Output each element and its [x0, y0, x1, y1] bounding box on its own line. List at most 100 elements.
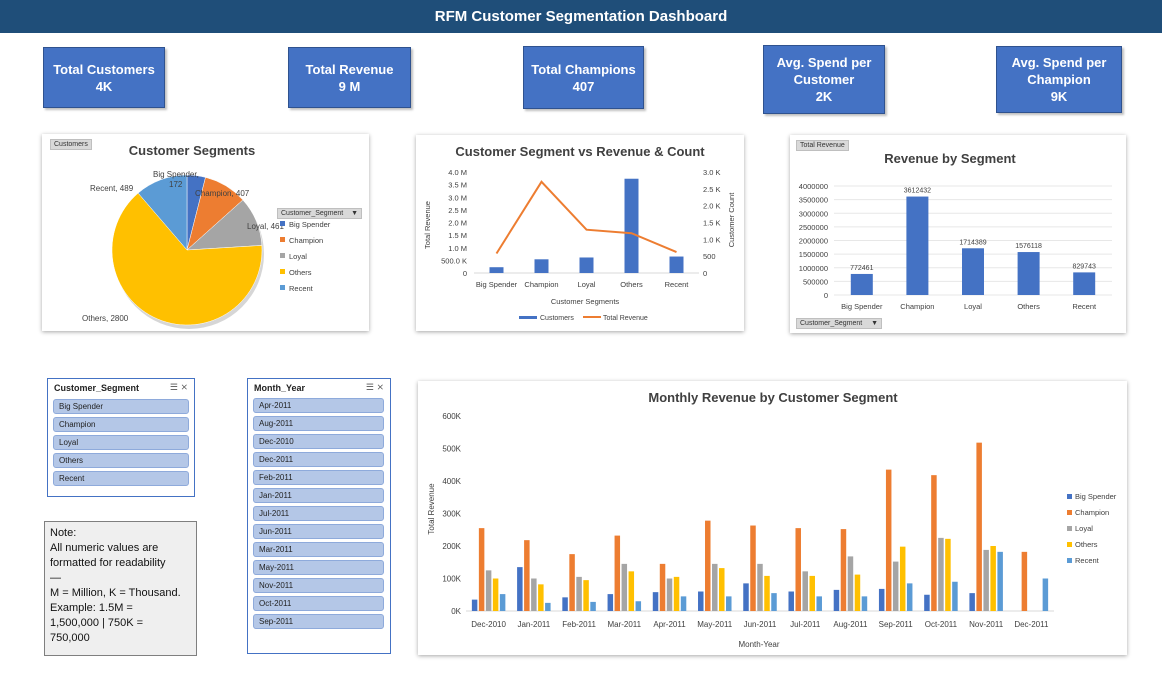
- bar-recent: [590, 601, 596, 611]
- revenue-bar-chart: 4000000 3500000 3000000 2500000 2000000 15000…: [799, 182, 1112, 311]
- bar-big-spender: [607, 594, 614, 611]
- bar-champion: [659, 563, 666, 611]
- legend-label: Recent: [289, 284, 314, 293]
- bar-recent: [771, 593, 777, 611]
- y2-tick-label: 500: [703, 252, 716, 261]
- slicer-item-champion[interactable]: Champion: [53, 417, 189, 432]
- kpi-avg-spend-champion[interactable]: Avg. Spend per Champion 9K: [996, 46, 1122, 113]
- kpi-label: Avg. Spend per Customer: [776, 55, 872, 87]
- bar-champion: [750, 525, 756, 611]
- pie-label-others: Others, 2800: [82, 314, 129, 323]
- legend-swatch: [1067, 494, 1072, 499]
- segment-revenue-count-card[interactable]: Customer Segment vs Revenue & Count 4.0 …: [416, 135, 744, 331]
- slicer-item-oct-2011[interactable]: Oct-2011: [253, 596, 384, 611]
- y-tick-label: 1.5 M: [448, 231, 467, 240]
- slicer-item-apr-2011[interactable]: Apr-2011: [253, 398, 384, 413]
- slicer-item-aug-2011[interactable]: Aug-2011: [253, 416, 384, 431]
- slicer-item-dec-2010[interactable]: Dec-2010: [253, 434, 384, 449]
- y-tick-label: 100K: [442, 575, 461, 584]
- kpi-label: Avg. Spend per Champion: [1011, 55, 1107, 87]
- slicer-item-big-spender[interactable]: Big Spender: [53, 399, 189, 414]
- kpi-total-customers[interactable]: Total Customers 4K: [43, 47, 165, 108]
- bar-big-spender: [517, 567, 523, 611]
- bar-big-spender: [471, 599, 478, 611]
- data-label: 1576118: [1015, 243, 1042, 250]
- kpi-total-revenue[interactable]: Total Revenue 9 M: [288, 47, 411, 108]
- slicer-item-jun-2011[interactable]: Jun-2011: [253, 524, 384, 539]
- slicer-item-others[interactable]: Others: [53, 453, 189, 468]
- legend-label: Loyal: [289, 252, 307, 261]
- monthly-bar-chart: 600K 500K 400K 300K 200K 100K 0K Dec-2010 Jan-20…: [427, 412, 1117, 649]
- x-tick-label: Loyal: [578, 280, 596, 289]
- legend-label: Champion: [1075, 508, 1109, 517]
- legend-swatch: [1067, 510, 1072, 515]
- y-tick-label: 2.0 M: [448, 219, 467, 228]
- bar-recent: [952, 581, 958, 611]
- revenue-by-segment-card[interactable]: Total Revenue Revenue by Segment 4000000…: [790, 135, 1126, 333]
- bar-revenue-3: [1017, 252, 1040, 295]
- x-tick-label: Mar-2011: [607, 620, 641, 629]
- slicer-item-nov-2011[interactable]: Nov-2011: [253, 578, 384, 593]
- bar-loyal: [938, 537, 944, 611]
- x-tick-label: Champion: [900, 302, 934, 311]
- kpi-value: 9 M: [338, 78, 361, 94]
- bar-champion: [614, 535, 621, 611]
- bar-others: [945, 538, 951, 611]
- slicer-item-dec-2011[interactable]: Dec-2011: [253, 452, 384, 467]
- y-tick-label: 3.0 M: [448, 193, 467, 202]
- x-tick-label: Others: [620, 280, 643, 289]
- y2-tick-label: 3.0 K: [703, 168, 721, 177]
- bar-others: [764, 575, 770, 611]
- legend-swatch: [280, 253, 285, 258]
- x-tick-label: Big Spender: [841, 302, 883, 311]
- bar-others: [809, 575, 815, 611]
- y-tick-label: 3.5 M: [448, 181, 467, 190]
- bar-recent: [1042, 578, 1049, 611]
- slicer-item-feb-2011[interactable]: Feb-2011: [253, 470, 384, 485]
- pivot-field-button-axis[interactable]: Customer_Segment ▼: [796, 318, 882, 329]
- bar-champion: [478, 528, 485, 611]
- pie-label-big-spender-value: 172: [169, 180, 183, 189]
- x-tick-label: Jul-2011: [790, 620, 821, 629]
- x-tick-label: May-2011: [697, 620, 733, 629]
- bar-recent: [816, 596, 822, 611]
- slicer-item-loyal[interactable]: Loyal: [53, 435, 189, 450]
- slicer-item-jul-2011[interactable]: Jul-2011: [253, 506, 384, 521]
- bar-others: [583, 580, 589, 611]
- slicer-customer-segment: Customer_Segment ☰ ⨯ Big Spender Champion…: [47, 378, 195, 497]
- y-tick-label: 2.5 M: [448, 206, 467, 215]
- kpi-avg-spend-customer[interactable]: Avg. Spend per Customer 2K: [763, 45, 885, 114]
- kpi-total-champions[interactable]: Total Champions 407: [523, 46, 644, 109]
- data-label: 1714389: [959, 239, 986, 246]
- bar-loyal: [802, 571, 808, 611]
- multi-select-icon[interactable]: ☰: [366, 382, 374, 392]
- bar-big-spender: [788, 591, 794, 611]
- bar-customers-3: [624, 178, 639, 273]
- x-tick-label: Apr-2011: [653, 620, 686, 629]
- legend-swatch: [1067, 558, 1072, 563]
- slicer-item-may-2011[interactable]: May-2011: [253, 560, 384, 575]
- clear-filter-icon[interactable]: ⨯: [376, 382, 384, 392]
- customer-segments-pie-card[interactable]: Customers Customer Segments Big Spender,…: [42, 134, 369, 331]
- pivot-field-button-segment[interactable]: Customer_Segment ▼: [277, 208, 362, 219]
- slicer-item-sep-2011[interactable]: Sep-2011: [253, 614, 384, 629]
- y-tick-label: 500.0 K: [441, 256, 467, 265]
- bar-loyal: [485, 570, 492, 611]
- legend-label: Others: [289, 268, 312, 277]
- bar-big-spender: [698, 591, 704, 611]
- y-tick-label: 4.0 M: [448, 168, 467, 177]
- slicer-item-mar-2011[interactable]: Mar-2011: [253, 542, 384, 557]
- clear-filter-icon[interactable]: ⨯: [180, 382, 188, 392]
- legend-label: Recent: [1075, 556, 1100, 565]
- y-axis-label: Total Revenue: [427, 483, 436, 535]
- monthly-revenue-card[interactable]: Monthly Revenue by Customer Segment 600K…: [418, 381, 1127, 655]
- slicer-item-recent[interactable]: Recent: [53, 471, 189, 486]
- bar-others: [538, 584, 544, 611]
- slicer-item-jan-2011[interactable]: Jan-2011: [253, 488, 384, 503]
- kpi-label: Total Champions: [531, 61, 636, 77]
- x-tick-label: Champion: [524, 280, 558, 289]
- bar-others: [628, 571, 635, 611]
- x-tick-label: Big Spender: [476, 280, 518, 289]
- bar-big-spender: [878, 588, 885, 611]
- multi-select-icon[interactable]: ☰: [170, 382, 178, 392]
